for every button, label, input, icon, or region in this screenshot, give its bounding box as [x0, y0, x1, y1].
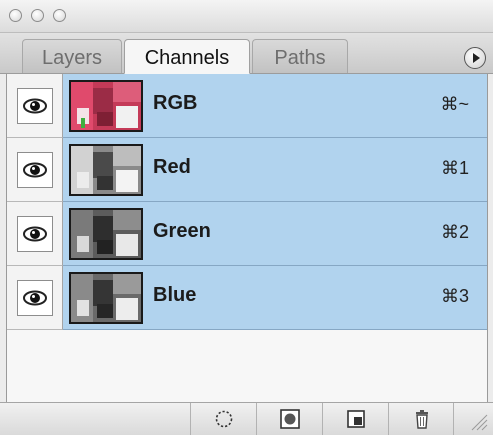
channel-row-rgb[interactable]: RGB ⌘~: [7, 74, 487, 138]
tab-layers-label: Layers: [41, 47, 103, 69]
channel-thumbnail-blue: [69, 272, 143, 324]
channel-info-rgb[interactable]: RGB ⌘~: [63, 74, 487, 138]
visibility-toggle-red[interactable]: [7, 138, 63, 202]
channel-name-red: Red: [153, 156, 191, 178]
tab-layers[interactable]: Layers: [22, 39, 122, 73]
tab-channels-label: Channels: [144, 47, 230, 69]
channel-thumbnail-green: [69, 208, 143, 260]
save-selection-button[interactable]: [256, 403, 322, 435]
load-selection-button[interactable]: [190, 403, 256, 435]
tab-paths-label: Paths: [274, 47, 326, 69]
channel-shortcut-green: ⌘2: [440, 222, 469, 242]
delete-channel-button[interactable]: [388, 403, 454, 435]
tab-bar: Layers Channels Paths: [0, 33, 493, 74]
channel-name-rgb: RGB: [153, 92, 198, 114]
channel-name-blue: Blue: [153, 284, 197, 306]
channel-info-red[interactable]: Red ⌘1: [63, 138, 487, 202]
bottom-toolbar: [0, 402, 493, 435]
channel-shortcut-blue: ⌘3: [440, 286, 469, 306]
trash-icon: [412, 409, 432, 429]
visibility-toggle-rgb[interactable]: [7, 74, 63, 138]
channel-shortcut-rgb: ⌘~: [440, 94, 469, 114]
channel-name-green: Green: [153, 220, 211, 242]
minimize-button[interactable]: [31, 9, 44, 22]
save-selection-icon: [280, 409, 300, 429]
channel-info-green[interactable]: Green ⌘2: [63, 202, 487, 266]
tab-channels[interactable]: Channels: [124, 39, 250, 74]
zoom-button[interactable]: [53, 9, 66, 22]
title-bar: [0, 0, 493, 33]
eye-icon: [17, 280, 53, 316]
channels-palette: Layers Channels Paths RGB ⌘~ Red ⌘1 Gree…: [0, 0, 493, 435]
channel-row-blue[interactable]: Blue ⌘3: [7, 266, 487, 330]
close-button[interactable]: [9, 9, 22, 22]
load-selection-icon: [214, 409, 234, 429]
eye-icon: [17, 152, 53, 188]
channel-list: RGB ⌘~ Red ⌘1 Green ⌘2 Blue ⌘3: [6, 74, 488, 402]
channel-thumbnail-red: [69, 144, 143, 196]
new-channel-button[interactable]: [322, 403, 388, 435]
channel-row-red[interactable]: Red ⌘1: [7, 138, 487, 202]
new-channel-icon: [346, 409, 366, 429]
visibility-toggle-blue[interactable]: [7, 266, 63, 330]
channel-thumbnail-rgb: [69, 80, 143, 132]
visibility-toggle-green[interactable]: [7, 202, 63, 266]
palette-menu-button[interactable]: [464, 47, 486, 69]
eye-icon: [17, 88, 53, 124]
tab-paths[interactable]: Paths: [252, 39, 348, 73]
eye-icon: [17, 216, 53, 252]
channel-row-green[interactable]: Green ⌘2: [7, 202, 487, 266]
channel-info-blue[interactable]: Blue ⌘3: [63, 266, 487, 330]
channel-shortcut-red: ⌘1: [440, 158, 469, 178]
resize-grip-icon[interactable]: [470, 411, 488, 431]
